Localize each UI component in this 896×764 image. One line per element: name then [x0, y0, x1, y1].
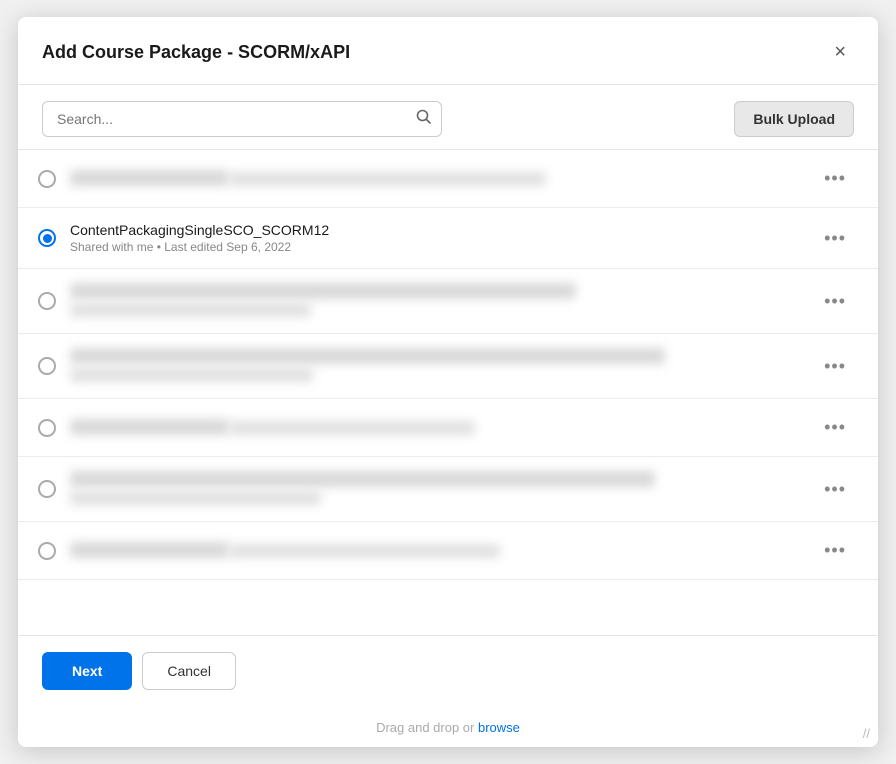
item-subtitle: ██████ ████ ██ ████████████ ████	[70, 491, 321, 505]
modal-footer: Next Cancel	[18, 635, 878, 706]
radio-button[interactable]	[38, 170, 56, 188]
modal-header: Add Course Package - SCORM/xAPI ×	[18, 17, 878, 85]
item-title: ████████████████████████████████████████…	[70, 471, 655, 487]
modal-title: Add Course Package - SCORM/xAPI	[42, 42, 350, 63]
modal-overlay: Add Course Package - SCORM/xAPI × Bulk U…	[0, 0, 896, 764]
more-options-button[interactable]: •••	[816, 413, 854, 442]
bulk-upload-button[interactable]: Bulk Upload	[734, 101, 854, 137]
more-options-button[interactable]: •••	[816, 352, 854, 381]
list-item[interactable]: ████████████████████████████████████████…	[18, 457, 878, 522]
item-title: ████████████████	[70, 170, 229, 186]
list-item[interactable]: ████████████████████████████████████████…	[18, 334, 878, 399]
item-subtitle: ██████ ███ ██ █████████████ ███	[70, 368, 313, 382]
item-title: ContentPackagingSingleSCO_SCORM12	[70, 222, 816, 238]
radio-button[interactable]	[38, 229, 56, 247]
search-wrapper	[42, 101, 442, 137]
item-content: ██████████████████████ ███ ██ ████████ █…	[70, 419, 816, 437]
cancel-button[interactable]: Cancel	[142, 652, 236, 690]
radio-button[interactable]	[38, 542, 56, 560]
search-icon-button[interactable]	[416, 109, 432, 129]
list-item[interactable]: ContentPackagingSingleSCO_SCORM12 Shared …	[18, 208, 878, 269]
close-button[interactable]: ×	[826, 37, 854, 68]
list-item[interactable]: ██████████████████████ ███ ██ ████████ █…	[18, 399, 878, 457]
footer-actions: Next Cancel	[42, 652, 236, 690]
list-item[interactable]: ████████████████████████████ ██ ██ █████…	[18, 150, 878, 208]
item-subtitle: ██████ ███ ██ ████████ ████ ████	[229, 421, 475, 435]
item-content: ContentPackagingSingleSCO_SCORM12 Shared …	[70, 222, 816, 254]
modal-dialog: Add Course Package - SCORM/xAPI × Bulk U…	[18, 17, 878, 747]
more-options-button[interactable]: •••	[816, 164, 854, 193]
item-content: ████████████████████████████████████████…	[70, 471, 816, 507]
item-subtitle: ████ ███ ██ ███ █████████ █ ████	[70, 303, 311, 317]
item-subtitle: ████████████ ██ ██ ██████████ ███ ██ ███…	[229, 172, 547, 186]
item-subtitle: ███████████ ███ ████ ████████ █ ███	[229, 544, 501, 558]
item-title: ████████████████████████████████████████…	[70, 348, 665, 364]
more-options-button[interactable]: •••	[816, 475, 854, 504]
modal-bottom: Drag and drop or browse //	[18, 706, 878, 747]
drag-drop-text: Drag and drop or browse	[42, 712, 854, 735]
list-items: ████████████████████████████ ██ ██ █████…	[18, 150, 878, 580]
item-content: ████████████████████████████ ██ ██ █████…	[70, 170, 816, 188]
item-subtitle: Shared with me • Last edited Sep 6, 2022	[70, 240, 816, 254]
resize-handle[interactable]: //	[863, 726, 870, 741]
item-content: ███████████████████████████ ███ ████ ███…	[70, 542, 816, 560]
more-options-button[interactable]: •••	[816, 224, 854, 253]
list-item[interactable]: ████████████████████████████████████████…	[18, 269, 878, 334]
radio-button[interactable]	[38, 357, 56, 375]
toolbar: Bulk Upload	[18, 85, 878, 149]
radio-button[interactable]	[38, 480, 56, 498]
list-container: ████████████████████████████ ██ ██ █████…	[18, 149, 878, 635]
more-options-button[interactable]: •••	[816, 287, 854, 316]
more-options-button[interactable]: •••	[816, 536, 854, 565]
item-content: ████████████████████████████████████████…	[70, 283, 816, 319]
next-button[interactable]: Next	[42, 652, 132, 690]
radio-button[interactable]	[38, 419, 56, 437]
search-input[interactable]	[42, 101, 442, 137]
item-title: ████████████████	[70, 419, 229, 435]
item-title: ████████████████	[70, 542, 229, 558]
search-icon	[416, 109, 432, 125]
item-title: ████████████████████████████████████████…	[70, 283, 576, 299]
list-item[interactable]: ███████████████████████████ ███ ████ ███…	[18, 522, 878, 580]
radio-button[interactable]	[38, 292, 56, 310]
browse-link[interactable]: browse	[478, 720, 520, 735]
item-content: ████████████████████████████████████████…	[70, 348, 816, 384]
